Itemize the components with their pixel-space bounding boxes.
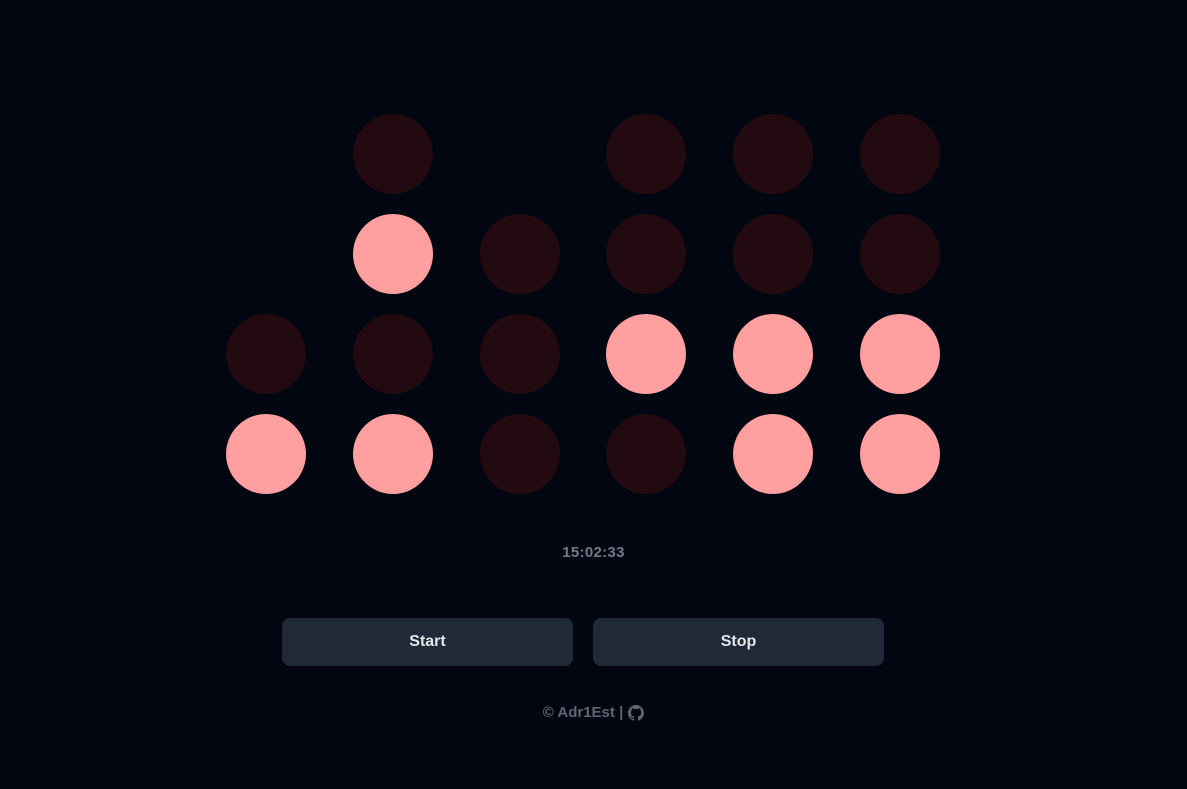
- clock-dot: [606, 314, 686, 394]
- clock-dot: [480, 314, 560, 394]
- clock-dot: [226, 114, 306, 194]
- clock-dot: [733, 214, 813, 294]
- clock-dot: [226, 214, 306, 294]
- stop-button[interactable]: Stop: [593, 618, 884, 666]
- clock-dot: [606, 414, 686, 494]
- clock-dot: [480, 114, 560, 194]
- clock-dot: [606, 114, 686, 194]
- footer: © Adr1Est |: [0, 704, 1187, 721]
- clock-dot: [860, 114, 940, 194]
- clock-dot: [860, 314, 940, 394]
- clock-dot: [480, 414, 560, 494]
- clock-dot: [353, 314, 433, 394]
- clock-dot: [860, 414, 940, 494]
- binary-clock-app: 15:02:33 Start Stop © Adr1Est |: [0, 0, 1187, 789]
- clock-dot: [226, 414, 306, 494]
- clock-dot: [480, 214, 560, 294]
- time-readout: 15:02:33: [562, 544, 625, 561]
- binary-clock-grid: [0, 0, 1187, 520]
- start-button[interactable]: Start: [282, 618, 573, 666]
- clock-dot: [733, 114, 813, 194]
- clock-dot: [353, 114, 433, 194]
- clock-dot: [226, 314, 306, 394]
- clock-dot: [353, 214, 433, 294]
- footer-credit: © Adr1Est |: [542, 704, 624, 721]
- clock-dot: [733, 414, 813, 494]
- clock-dot: [733, 314, 813, 394]
- clock-dot: [353, 414, 433, 494]
- clock-dot: [860, 214, 940, 294]
- github-icon[interactable]: [627, 704, 644, 721]
- clock-dot: [606, 214, 686, 294]
